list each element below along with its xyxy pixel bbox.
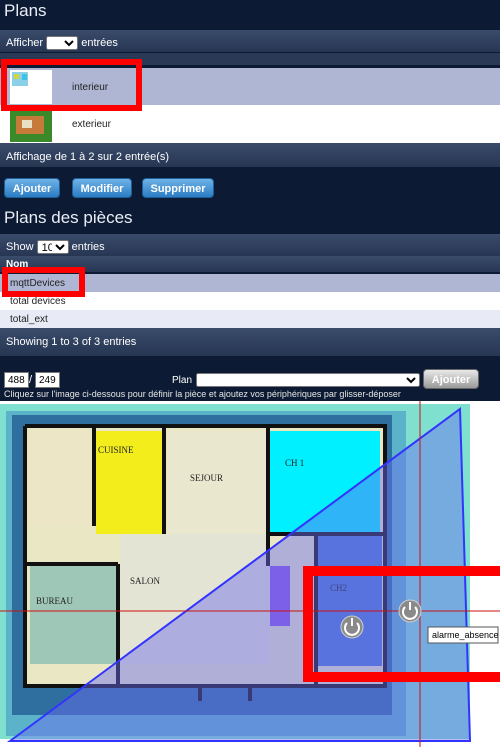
power-icon[interactable] <box>398 599 422 623</box>
highlight-box <box>2 267 85 297</box>
plans-length-bar: Afficher entrées <box>0 30 500 52</box>
rooms-heading: Plans des pièces <box>4 208 133 227</box>
coord-x: 488 <box>4 372 29 388</box>
rooms-show-suffix: entries <box>71 240 105 253</box>
edit-plan-button[interactable]: Modifier <box>72 178 132 198</box>
coord-y: 249 <box>35 372 60 388</box>
add-room-button[interactable]: Ajouter <box>423 369 479 389</box>
coord-sep: / <box>29 374 33 386</box>
plans-heading: Plans <box>4 1 47 20</box>
room-label-ch1: CH 1 <box>285 458 304 468</box>
room-label-sejour: SEJOUR <box>190 473 223 483</box>
plan-select-label: Plan <box>172 375 193 386</box>
instruction-text: Cliquez sur l'image ci-dessous pour défi… <box>4 389 401 399</box>
plan-select[interactable] <box>196 373 420 387</box>
room-label-salon: SALON <box>130 576 161 586</box>
plan-thumbnail <box>10 108 52 142</box>
rooms-info: Showing 1 to 3 of 3 entries <box>6 336 137 348</box>
room-name: total devices <box>10 296 66 307</box>
rooms-show-prefix: Show <box>6 240 34 253</box>
device-tooltip: alarme_absence <box>432 630 499 640</box>
room-label-bureau: BUREAU <box>36 596 74 606</box>
plan-name: exterieur <box>72 119 111 130</box>
delete-plan-button[interactable]: Supprimer <box>142 178 214 198</box>
plans-info-bar: Affichage de 1 à 2 sur 2 entrée(s) <box>0 143 500 167</box>
plans-show-suffix: entrées <box>81 36 118 49</box>
plans-info: Affichage de 1 à 2 sur 2 entrée(s) <box>6 151 170 163</box>
add-plan-button[interactable]: Ajouter <box>4 178 60 198</box>
highlight-box <box>1 59 142 111</box>
floor-plan-canvas[interactable]: CUISINE SEJOUR CH 1 SALON BUREAU CH2 ala… <box>0 401 500 747</box>
room-name: total_ext <box>10 314 48 325</box>
plans-show-prefix: Afficher <box>6 36 44 49</box>
rooms-length-bar: Show 10 entries <box>0 234 500 256</box>
rooms-info-bar: Showing 1 to 3 of 3 entries <box>0 328 500 356</box>
plans-length-select[interactable] <box>46 36 79 50</box>
room-row[interactable]: total_ext <box>0 310 500 328</box>
room-label-cuisine: CUISINE <box>98 445 134 455</box>
power-icon[interactable] <box>340 615 364 639</box>
floor-plan-svg[interactable]: CUISINE SEJOUR CH 1 SALON BUREAU CH2 ala… <box>0 401 500 747</box>
rooms-length-select[interactable]: 10 <box>36 240 69 254</box>
